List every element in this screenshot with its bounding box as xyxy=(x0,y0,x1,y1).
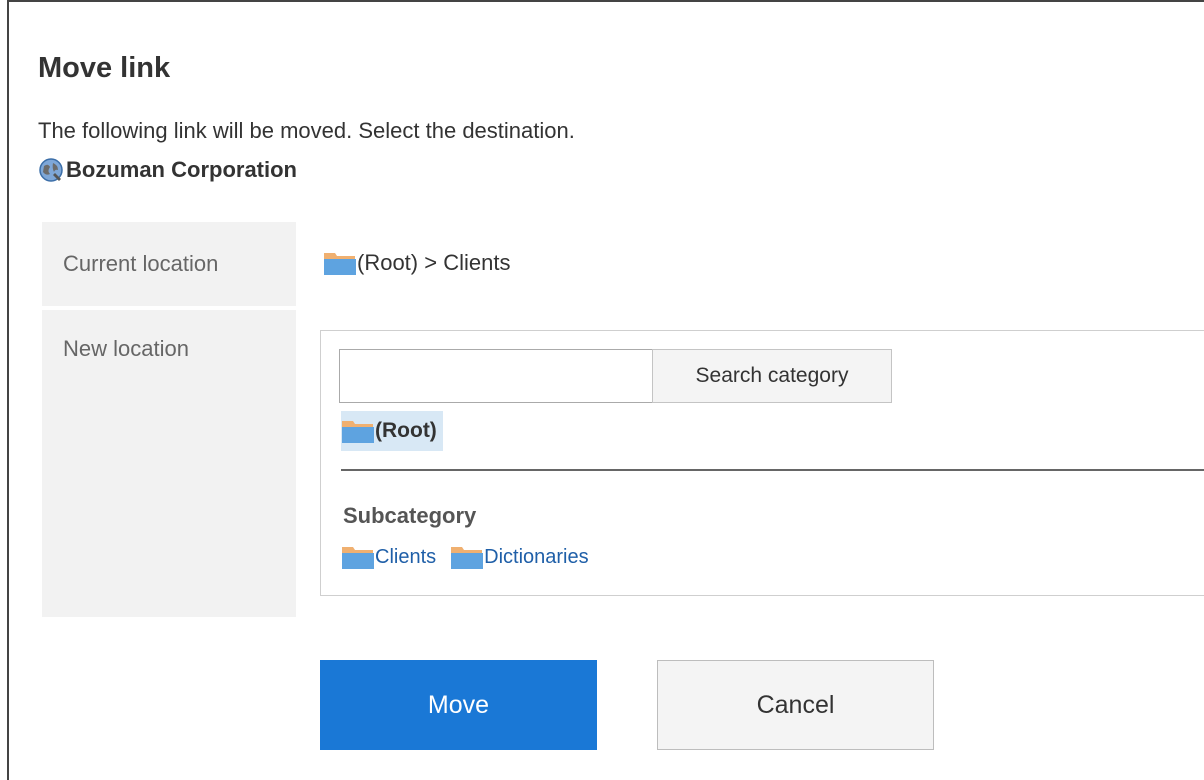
subcategory-link-clients[interactable]: Clients xyxy=(341,544,436,570)
page-title: Move link xyxy=(38,52,171,84)
cancel-button[interactable]: Cancel xyxy=(657,660,934,750)
current-location-value: (Root) > Clients xyxy=(323,250,510,276)
subcategory-label: Clients xyxy=(375,545,437,568)
subcategory-link-dictionaries[interactable]: Dictionaries xyxy=(450,544,589,570)
subcategory-label: Dictionaries xyxy=(484,545,589,568)
selected-category-root[interactable]: (Root) xyxy=(341,411,443,451)
folder-icon xyxy=(342,421,374,443)
new-location-label: New location xyxy=(42,310,296,617)
subcategory-heading: Subcategory xyxy=(343,503,477,528)
folder-icon xyxy=(342,547,374,569)
link-item: Bozuman Corporation xyxy=(38,157,297,183)
globe-icon xyxy=(39,158,63,182)
subcategory-list: Clients Dictionaries xyxy=(341,544,603,570)
current-location-label: Current location xyxy=(42,222,296,306)
folder-icon xyxy=(451,547,484,569)
search-category-button[interactable]: Search category xyxy=(652,349,892,403)
category-picker: Search category (Root) Subcategory Clien… xyxy=(320,330,1204,596)
move-button[interactable]: Move xyxy=(320,660,597,750)
divider xyxy=(341,469,1204,471)
current-location-path: (Root) > Clients xyxy=(357,250,511,275)
dialog-description: The following link will be moved. Select… xyxy=(38,118,575,143)
folder-icon xyxy=(324,253,356,275)
selected-category-label: (Root) xyxy=(375,419,437,442)
search-category-input[interactable] xyxy=(339,349,653,403)
link-name: Bozuman Corporation xyxy=(66,157,297,182)
